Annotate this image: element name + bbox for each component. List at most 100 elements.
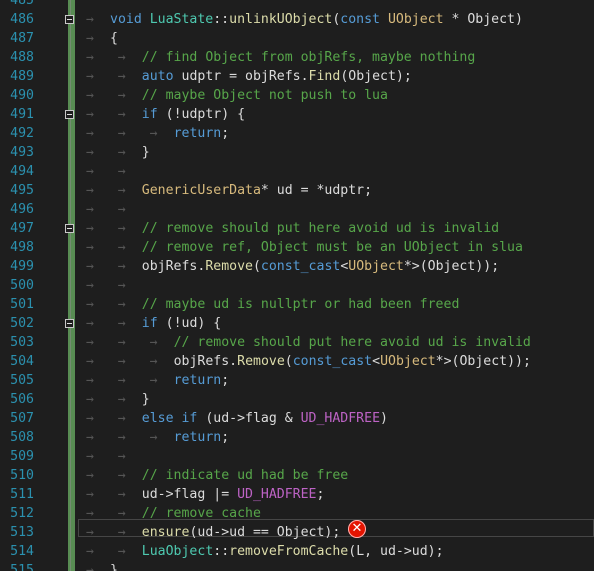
tab-whitespace-arrow: → (86, 126, 94, 141)
code-token: (L, ud->ud); (348, 544, 444, 559)
code-token: // find Object from objRefs, maybe nothi… (141, 50, 476, 65)
code-token: // remove ref, Object must be an UObject… (141, 240, 523, 255)
code-token: UObject (387, 12, 444, 27)
tab-whitespace-arrow: → (117, 126, 126, 141)
code-line[interactable]: // find Object from objRefs, maybe nothi… (142, 48, 475, 67)
line-number: 488 (10, 50, 34, 65)
code-token: const_cast (292, 354, 373, 369)
code-token: // remove cache (141, 506, 261, 521)
code-line[interactable]: // maybe Object not push to lua (142, 86, 388, 105)
code-line[interactable]: // remove ref, Object must be an UObject… (142, 238, 523, 257)
tab-whitespace-arrow: → (117, 411, 126, 426)
code-editor[interactable]: ✕ 485 486 → void LuaState::unlinkUObject(co… (0, 0, 594, 571)
code-token: UD_HADFREE (300, 411, 381, 426)
code-line[interactable]: else if (ud->flag & UD_HADFREE) (142, 409, 388, 428)
line-number: 512 (10, 506, 34, 521)
code-token: void (110, 12, 150, 27)
tab-whitespace-arrow: → (117, 373, 126, 388)
code-line[interactable]: } (142, 143, 150, 162)
tab-whitespace-arrow: → (86, 392, 94, 407)
line-number: 513 (10, 525, 34, 540)
code-token: // remove should put here avoid ud is in… (173, 335, 531, 350)
code-line[interactable]: if (!ud) { (142, 314, 221, 333)
tab-whitespace-arrow: → (117, 88, 126, 103)
tab-whitespace-arrow: → (117, 449, 126, 464)
collapse-icon[interactable] (65, 319, 74, 328)
code-line[interactable]: } (110, 561, 118, 571)
collapse-icon[interactable] (65, 110, 74, 119)
code-line[interactable]: LuaObject::removeFromCache(L, ud->ud); (142, 542, 444, 561)
line-number: 503 (10, 335, 34, 350)
tab-whitespace-arrow: → (117, 183, 126, 198)
code-token: objRefs. (141, 259, 206, 274)
tab-whitespace-arrow: → (86, 411, 94, 426)
code-token: LuaObject (141, 544, 214, 559)
tab-whitespace-arrow: → (117, 335, 126, 350)
code-token: *>(Object)); (403, 259, 500, 274)
line-number: 502 (10, 316, 34, 331)
tab-whitespace-arrow: → (117, 240, 126, 255)
tab-whitespace-arrow: → (86, 88, 94, 103)
tab-whitespace-arrow: → (86, 506, 94, 521)
tab-whitespace-arrow: → (86, 145, 94, 160)
code-token: :: (213, 544, 230, 559)
code-line[interactable]: { (110, 29, 118, 48)
line-number: 489 (10, 69, 34, 84)
code-token: unlinkUObject (229, 12, 333, 27)
code-line[interactable]: return; (174, 428, 230, 447)
tab-whitespace-arrow: → (86, 297, 94, 312)
code-token: ; (221, 126, 230, 141)
line-number: 494 (10, 164, 34, 179)
tab-whitespace-arrow: → (117, 50, 126, 65)
code-token: ; (221, 373, 230, 388)
line-number: 497 (10, 221, 34, 236)
line-number: 499 (10, 259, 34, 274)
code-token: // maybe Object not push to lua (141, 88, 388, 103)
tab-whitespace-arrow: → (86, 164, 94, 179)
code-token: *>(Object)); (435, 354, 531, 369)
tab-whitespace-arrow: → (86, 107, 94, 122)
tab-whitespace-arrow: → (117, 69, 126, 84)
code-line[interactable]: objRefs.Remove(const_cast<UObject*>(Obje… (174, 352, 531, 371)
code-token: ( (284, 354, 293, 369)
code-token: return (173, 373, 222, 388)
tab-whitespace-arrow: → (117, 506, 126, 521)
code-line[interactable]: return; (174, 124, 230, 143)
tab-whitespace-arrow: → (86, 69, 94, 84)
code-line[interactable]: ud->flag |= UD_HADFREE; (142, 485, 325, 504)
code-line[interactable]: objRefs.Remove(const_cast<UObject*>(Obje… (142, 257, 499, 276)
tab-whitespace-arrow: → (86, 240, 94, 255)
code-token: (ud->ud == Object); (189, 525, 341, 540)
code-line[interactable]: GenericUserData* ud = *udptr; (142, 181, 372, 200)
code-line[interactable]: return; (174, 371, 230, 390)
line-number: 507 (10, 411, 34, 426)
tab-whitespace-arrow: → (86, 12, 94, 27)
code-token: ud->flag |= (141, 487, 238, 502)
code-line[interactable]: // remove cache (142, 504, 261, 523)
tab-whitespace-arrow: → (149, 126, 158, 141)
code-line[interactable]: } (142, 390, 150, 409)
code-line[interactable]: void LuaState::unlinkUObject(const UObje… (110, 10, 523, 29)
code-line[interactable]: // maybe ud is nullptr or had been freed (142, 295, 460, 314)
code-line[interactable]: // indicate ud had be free (142, 466, 348, 485)
code-token: UObject (348, 259, 404, 274)
code-token: udptr = objRefs. (181, 69, 309, 84)
collapse-icon[interactable] (65, 15, 74, 24)
code-token: ensure (141, 525, 190, 540)
code-token: UD_HADFREE (237, 487, 317, 502)
error-circle-icon[interactable]: ✕ (348, 520, 366, 538)
line-number: 492 (10, 126, 34, 141)
code-token: { (110, 31, 118, 46)
tab-whitespace-arrow: → (117, 316, 126, 331)
collapse-icon[interactable] (65, 224, 74, 233)
tab-whitespace-arrow: → (117, 392, 126, 407)
code-line[interactable]: // remove should put here avoid ud is in… (174, 333, 531, 352)
code-line[interactable]: auto udptr = objRefs.Find(Object); (142, 67, 412, 86)
code-line[interactable]: // remove should put here avoid ud is in… (142, 219, 499, 238)
tab-whitespace-arrow: → (117, 145, 126, 160)
tab-whitespace-arrow: → (117, 544, 126, 559)
code-line[interactable]: if (!udptr) { (142, 105, 245, 124)
code-token: ) (380, 411, 388, 426)
line-number: 495 (10, 183, 34, 198)
code-line[interactable]: ensure(ud->ud == Object); (142, 523, 341, 542)
